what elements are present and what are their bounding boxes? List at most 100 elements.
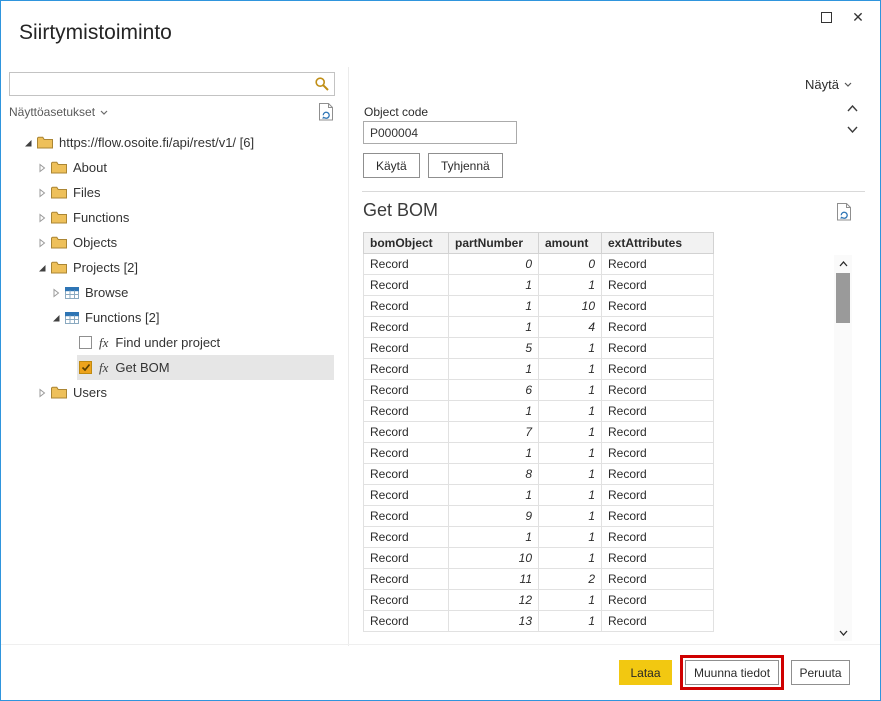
tree-item-content[interactable]: About <box>49 155 334 180</box>
clear-button[interactable]: Tyhjennä <box>428 153 503 178</box>
tree-item-label: Browse <box>85 285 128 300</box>
expander-collapsed-icon[interactable] <box>35 161 49 175</box>
cell-amount: 1 <box>539 275 602 296</box>
table-row: Record14Record <box>364 317 714 338</box>
tree-item-content[interactable]: Projects [2] <box>49 255 334 280</box>
footer-divider <box>1 644 880 645</box>
tree-item-content[interactable]: Functions <box>49 205 334 230</box>
tree-item-label: Objects <box>73 235 117 250</box>
load-button[interactable]: Lataa <box>619 660 672 685</box>
column-header-extAttributes: extAttributes <box>602 233 714 254</box>
cell-partNumber: 1 <box>449 296 539 317</box>
table-row: Record11Record <box>364 275 714 296</box>
refresh-icon[interactable] <box>317 103 335 121</box>
tree-item-content[interactable]: Users <box>49 380 334 405</box>
expander-collapsed-icon[interactable] <box>35 186 49 200</box>
cell-extAttributes: Record <box>602 296 714 317</box>
show-dropdown[interactable]: Näytä <box>799 76 858 93</box>
tree-item-content[interactable]: Functions [2] <box>63 305 334 330</box>
tree-item-label: https://flow.osoite.fi/api/rest/v1/ [6] <box>59 135 254 150</box>
expander-expanded-icon[interactable] <box>49 311 63 325</box>
cell-bomObject: Record <box>364 590 449 611</box>
param-input[interactable] <box>363 121 517 144</box>
expander-collapsed-icon[interactable] <box>49 286 63 300</box>
tree-item-content[interactable]: fxGet BOM <box>77 355 334 380</box>
folder-icon <box>51 186 67 199</box>
cell-amount: 1 <box>539 548 602 569</box>
cell-extAttributes: Record <box>602 275 714 296</box>
search-icon[interactable] <box>314 76 330 92</box>
table-row: Record11Record <box>364 359 714 380</box>
cell-amount: 1 <box>539 485 602 506</box>
close-button[interactable]: ✕ <box>842 6 874 28</box>
search-input[interactable] <box>10 73 334 95</box>
expander-collapsed-icon[interactable] <box>35 386 49 400</box>
tree-item-content[interactable]: Files <box>49 180 334 205</box>
tree-item-https-flow-osoite-fi-api-rest-v1-6[interactable]: https://flow.osoite.fi/api/rest/v1/ [6] <box>1 130 334 155</box>
cancel-button[interactable]: Peruuta <box>791 660 850 685</box>
folder-icon <box>51 236 67 249</box>
tree-item-label: About <box>73 160 107 175</box>
scrollbar-up-icon[interactable] <box>834 255 852 272</box>
cell-amount: 1 <box>539 359 602 380</box>
cell-bomObject: Record <box>364 401 449 422</box>
navigator-dialog: ✕ Siirtymistoiminto Näyttöasetukset http… <box>0 0 881 701</box>
preview-scrollbar[interactable] <box>834 255 852 641</box>
item-checkbox-unchecked[interactable] <box>79 336 92 349</box>
tree-item-functions-2[interactable]: Functions [2] <box>1 305 334 330</box>
tree-item-label: Functions [2] <box>85 310 159 325</box>
scroll-up-icon[interactable] <box>844 101 860 116</box>
cell-partNumber: 1 <box>449 275 539 296</box>
table-icon <box>65 287 79 299</box>
cell-bomObject: Record <box>364 380 449 401</box>
show-dropdown-label: Näytä <box>805 77 839 92</box>
tree-item-content[interactable]: Objects <box>49 230 334 255</box>
expander-collapsed-icon[interactable] <box>35 211 49 225</box>
cell-amount: 2 <box>539 569 602 590</box>
tree-item-projects-2[interactable]: Projects [2] <box>1 255 334 280</box>
tree-item-label: Files <box>73 185 100 200</box>
chevron-down-icon <box>844 82 852 87</box>
expander-expanded-icon[interactable] <box>35 261 49 275</box>
expander-spacer <box>63 336 77 350</box>
expander-expanded-icon[interactable] <box>21 136 35 150</box>
maximize-icon <box>821 12 832 23</box>
tree-item-content[interactable]: Browse <box>63 280 334 305</box>
item-checkbox-checked[interactable] <box>79 361 92 374</box>
close-icon: ✕ <box>852 10 864 24</box>
table-row: Record11Record <box>364 485 714 506</box>
cell-bomObject: Record <box>364 254 449 275</box>
transform-data-button[interactable]: Muunna tiedot <box>685 660 779 685</box>
cell-amount: 1 <box>539 527 602 548</box>
tree-item-content[interactable]: fxFind under project <box>77 330 334 355</box>
folder-icon <box>51 211 67 224</box>
tree-item-content[interactable]: https://flow.osoite.fi/api/rest/v1/ [6] <box>35 130 334 155</box>
tree-item-files[interactable]: Files <box>1 180 334 205</box>
tree-item-browse[interactable]: Browse <box>1 280 334 305</box>
tree-item-get-bom[interactable]: fxGet BOM <box>1 355 334 380</box>
cell-extAttributes: Record <box>602 422 714 443</box>
cell-amount: 1 <box>539 380 602 401</box>
maximize-button[interactable] <box>810 6 842 28</box>
tree-item-objects[interactable]: Objects <box>1 230 334 255</box>
cell-extAttributes: Record <box>602 569 714 590</box>
apply-button[interactable]: Käytä <box>363 153 420 178</box>
chevron-down-icon <box>100 110 108 115</box>
cell-extAttributes: Record <box>602 464 714 485</box>
table-header-row: bomObjectpartNumberamountextAttributes <box>364 233 714 254</box>
tree-item-users[interactable]: Users <box>1 380 334 405</box>
expander-collapsed-icon[interactable] <box>35 236 49 250</box>
tree-item-functions[interactable]: Functions <box>1 205 334 230</box>
tree-item-about[interactable]: About <box>1 155 334 180</box>
scrollbar-thumb[interactable] <box>836 273 850 323</box>
cell-partNumber: 0 <box>449 254 539 275</box>
refresh-preview-icon[interactable] <box>835 203 853 221</box>
cell-extAttributes: Record <box>602 485 714 506</box>
tree-item-find-under-project[interactable]: fxFind under project <box>1 330 334 355</box>
cell-bomObject: Record <box>364 422 449 443</box>
scrollbar-down-icon[interactable] <box>834 624 852 641</box>
scroll-down-icon[interactable] <box>844 122 860 137</box>
annotation-highlight: Muunna tiedot <box>680 655 784 690</box>
display-options-dropdown[interactable]: Näyttöasetukset <box>9 105 108 119</box>
display-options-label: Näyttöasetukset <box>9 105 95 119</box>
